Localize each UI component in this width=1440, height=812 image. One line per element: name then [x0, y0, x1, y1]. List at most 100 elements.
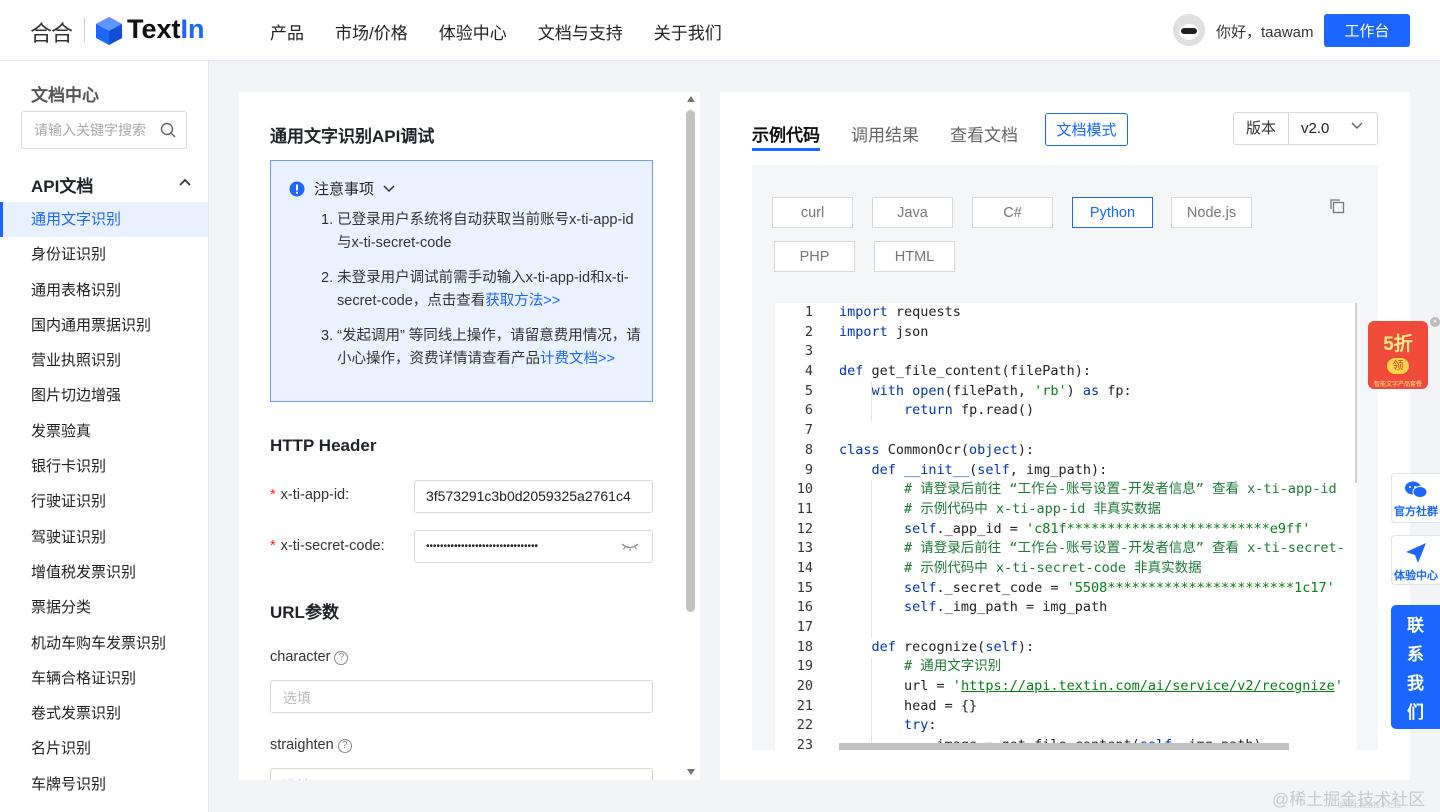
lang-php[interactable]: PHP [774, 241, 855, 272]
lang-python[interactable]: Python [1072, 197, 1153, 228]
eye-closed-icon[interactable] [621, 541, 639, 553]
line-number: 16 [796, 599, 813, 616]
chat-icon [1405, 481, 1428, 498]
discount-promo-badge[interactable]: 5折 领 智能文字产品套餐 [1368, 321, 1428, 389]
character-input[interactable]: 选填 [270, 680, 653, 713]
sidebar-item-domestic-bills[interactable]: 国内通用票据识别 [0, 308, 208, 343]
sidebar-item-car-purchase-invoice[interactable]: 机动车购车发票识别 [0, 626, 208, 661]
api-debug-panel: 通用文字识别API调试 注意事项 1. 已登录用户系统将自动获取当前账号x-ti… [239, 92, 700, 780]
lang-nodejs[interactable]: Node.js [1171, 197, 1252, 228]
tab-sample-code[interactable]: 示例代码 [752, 121, 820, 151]
code-tabs: 示例代码 调用结果 查看文档 [752, 121, 1018, 151]
debug-panel-title: 通用文字识别API调试 [270, 127, 435, 146]
code-line: 1 import requests [775, 303, 1357, 323]
avatar[interactable] [1173, 14, 1205, 46]
line-number: 14 [796, 559, 813, 576]
help-icon[interactable]: ? [334, 651, 349, 665]
code-line: 14 # 示例代码中 x-ti-secret-code 非真实数据 [775, 559, 1357, 579]
code-box: curl Java C# Python Node.js PHP HTML 1 im… [752, 165, 1378, 750]
official-group-button[interactable]: 官方社群 [1391, 473, 1440, 523]
sidebar-item-general-ocr[interactable]: 通用文字识别 [0, 202, 208, 238]
code-line: 5 with open(filePath, 'rb') as fp: [775, 382, 1357, 402]
sidebar-item-id-card[interactable]: 身份证识别 [0, 237, 208, 272]
left-panel-scrollbar[interactable] [686, 110, 695, 612]
get-method-link[interactable]: 获取方法>> [485, 293, 560, 309]
indent-guide [871, 658, 872, 750]
brand-name-accent: In [180, 14, 205, 44]
workspace-button[interactable]: 工作台 [1324, 14, 1410, 47]
chevron-down-icon [1351, 122, 1363, 129]
close-icon[interactable]: × [1430, 317, 1440, 327]
sidebar-search[interactable] [21, 111, 187, 149]
scroll-down-arrow-icon[interactable] [686, 768, 696, 776]
secret-code-label: * x-ti-secret-code: [270, 538, 385, 554]
notice-toggle[interactable]: 注意事项 [289, 178, 395, 199]
app-id-input[interactable]: 3f573291c3b0d2059325a2761c4 [414, 480, 653, 513]
sidebar-item-image-crop[interactable]: 图片切边增强 [0, 378, 208, 413]
nav-docs-support[interactable]: 文档与支持 [538, 19, 623, 44]
doc-mode-button[interactable]: 文档模式 [1045, 113, 1128, 146]
nav-market-pricing[interactable]: 市场/价格 [335, 19, 408, 44]
info-icon [289, 181, 305, 196]
sidebar-item-license-plate[interactable]: 车牌号识别 [0, 767, 208, 802]
notice-item-2: 2. 未登录用户调试前需手动输入x-ti-app-id和x-ti-secret-… [321, 267, 641, 313]
sidebar-item-business-license[interactable]: 营业执照识别 [0, 343, 208, 378]
line-number: 21 [796, 697, 813, 714]
sidebar-item-vehicle-certificate[interactable]: 车辆合格证识别 [0, 661, 208, 696]
secret-code-input[interactable]: •••••••••••••••••••••••••••••••• [414, 530, 653, 563]
version-select[interactable]: 版本 v2.0 [1233, 112, 1378, 145]
sidebar-item-vat-invoice[interactable]: 增值税发票识别 [0, 555, 208, 590]
sidebar-search-input[interactable] [22, 112, 152, 148]
code-text: class CommonOcr(object): [839, 441, 1035, 458]
notice-item-1: 1. 已登录用户系统将自动获取当前账号x-ti-app-id与x-ti-secr… [321, 212, 634, 251]
copy-icon[interactable] [1329, 198, 1345, 214]
line-number: 15 [796, 579, 813, 596]
code-panel: 示例代码 调用结果 查看文档 文档模式 版本 v2.0 curl Java C#… [720, 92, 1410, 780]
sidebar-item-invoice-verify[interactable]: 发票验真 [0, 414, 208, 449]
lang-html[interactable]: HTML [874, 241, 955, 272]
sidebar-item-bank-card[interactable]: 银行卡识别 [0, 449, 208, 484]
scroll-up-arrow-icon[interactable] [686, 95, 696, 103]
code-line: 3 [775, 342, 1357, 362]
sidebar-title: 文档中心 [31, 86, 99, 105]
contact-us-button[interactable]: 联 系 我 们 [1391, 605, 1440, 729]
code-text: head = {} [839, 697, 978, 714]
code-vertical-scrollbar[interactable] [1355, 303, 1357, 483]
code-editor[interactable]: 1 import requests 2 import json 3 4 def get… [775, 303, 1357, 750]
nav-products[interactable]: 产品 [270, 19, 304, 44]
version-value: v2.0 [1301, 120, 1330, 137]
tab-call-result[interactable]: 调用结果 [851, 121, 919, 151]
lang-csharp[interactable]: C# [972, 197, 1053, 228]
billing-doc-link[interactable]: 计费文档>> [540, 351, 615, 367]
code-line: 18 def recognize(self): [775, 638, 1357, 658]
sidebar-item-roll-invoice[interactable]: 卷式发票识别 [0, 696, 208, 731]
sidebar-item-driver-license[interactable]: 驾驶证识别 [0, 520, 208, 555]
textin-logo-icon[interactable] [95, 16, 123, 46]
tab-view-docs[interactable]: 查看文档 [950, 121, 1018, 151]
sidebar-item-business-card[interactable]: 名片识别 [0, 731, 208, 766]
code-text: # 请登录后前往 “工作台-账号设置-开发者信息” 查看 x-ti-secret… [904, 540, 1345, 557]
experience-center-button[interactable]: 体验中心 [1391, 535, 1440, 585]
straighten-input[interactable]: 选填 [270, 768, 653, 780]
sidebar-group-api-docs[interactable]: API文档 [31, 172, 196, 197]
textin-brand-name[interactable]: TextIn [127, 14, 205, 45]
app-id-label: * x-ti-app-id: [270, 487, 349, 503]
intsig-logo[interactable]: 合合 [30, 16, 73, 48]
sidebar-item-vehicle-license[interactable]: 行驶证识别 [0, 484, 208, 519]
official-group-label: 官方社群 [1394, 506, 1438, 518]
code-text: # 示例代码中 x-ti-app-id 非真实数据 [904, 500, 1161, 517]
lang-java[interactable]: Java [872, 197, 953, 228]
nav-about-us[interactable]: 关于我们 [654, 19, 722, 44]
sidebar-item-table[interactable]: 通用表格识别 [0, 273, 208, 308]
sidebar-list: 通用文字识别 身份证识别 通用表格识别 国内通用票据识别 营业执照识别 图片切边… [0, 202, 208, 802]
chevron-down-icon [383, 184, 395, 192]
help-icon[interactable]: ? [337, 739, 352, 753]
user-greeting[interactable]: 你好，taawam [1216, 21, 1314, 42]
code-horizontal-scrollbar[interactable] [839, 743, 1289, 750]
nav-experience-center[interactable]: 体验中心 [439, 19, 507, 44]
line-number: 5 [804, 382, 813, 399]
lang-curl[interactable]: curl [772, 197, 853, 228]
search-icon[interactable] [160, 122, 176, 138]
code-text: return fp.read() [904, 402, 1035, 419]
sidebar-item-bill-classify[interactable]: 票据分类 [0, 590, 208, 625]
